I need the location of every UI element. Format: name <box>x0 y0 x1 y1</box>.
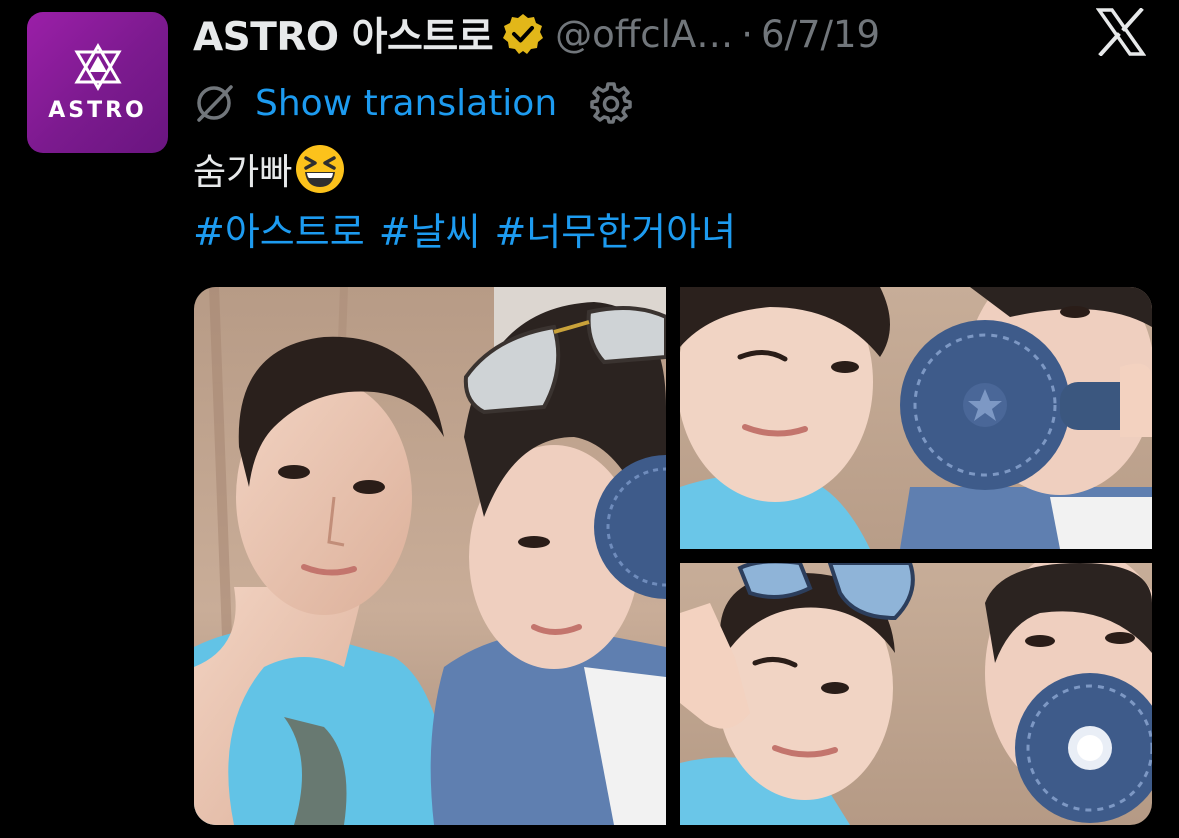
gear-icon[interactable] <box>589 81 633 125</box>
hashtag-list: #아스트로 #날씨 #너무한거아녀 <box>193 200 750 256</box>
avatar-label: ASTRO <box>48 98 147 123</box>
grinning-squinting-face-icon <box>296 145 345 193</box>
x-logo-icon[interactable] <box>1096 8 1146 56</box>
hashtag-too-much[interactable]: #너무한거아녀 <box>494 201 736 256</box>
media-grid <box>194 287 1152 825</box>
photo-3-image <box>680 563 1152 825</box>
photo-1[interactable] <box>194 287 666 825</box>
user-handle[interactable]: @offclA… <box>555 13 733 56</box>
astro-emblem-icon <box>73 43 122 91</box>
display-name[interactable]: ASTRO 아스트로 <box>193 6 494 62</box>
globe-off-icon <box>197 85 233 122</box>
separator-dot: · <box>741 12 753 56</box>
tweet-date[interactable]: 6/7/19 <box>761 13 880 56</box>
photo-2[interactable] <box>680 287 1152 549</box>
translation-row: Show translation <box>193 78 633 128</box>
photo-2-image <box>680 287 1152 549</box>
photo-1-image <box>194 287 666 825</box>
tweet-body: 숨가빠 <box>193 152 293 193</box>
hashtag-astro[interactable]: #아스트로 <box>193 201 365 256</box>
hashtag-weather[interactable]: #날씨 <box>379 201 481 256</box>
show-translation-link[interactable]: Show translation <box>255 83 557 124</box>
photo-3[interactable] <box>680 563 1152 825</box>
verified-badge-icon <box>503 14 544 54</box>
tweet-header: ASTRO 아스트로 @offclA… · 6/7/19 <box>193 6 880 62</box>
tweet-text: 숨가빠 <box>193 140 346 198</box>
avatar[interactable]: ASTRO <box>27 12 168 153</box>
